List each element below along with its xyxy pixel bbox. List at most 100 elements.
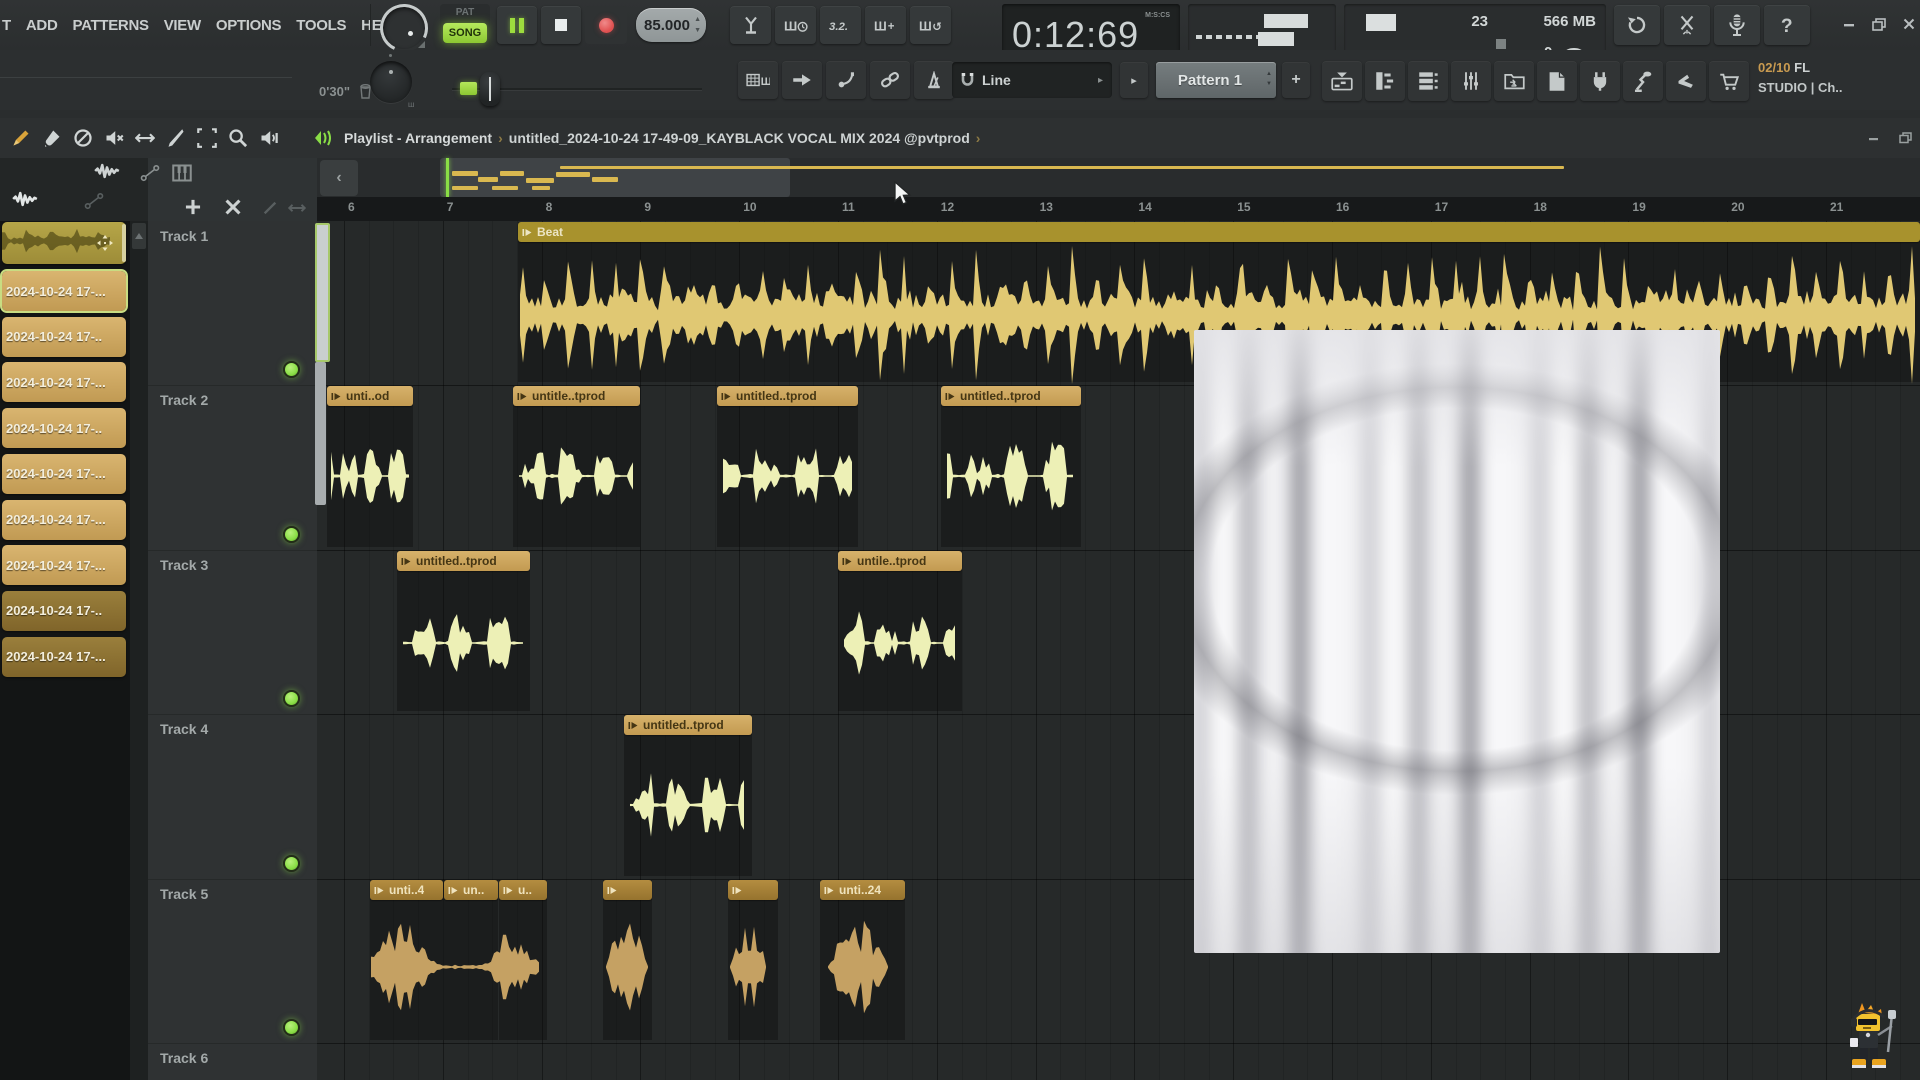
picker-item[interactable]: 2024-10-24 17-... [2,545,126,585]
playlist-maximize-button[interactable] [1894,129,1916,147]
clip-header[interactable]: untitle..tprod [513,386,640,406]
menu-item-patterns[interactable]: PATTERNS [72,17,148,34]
clip-header[interactable]: untitled..tprod [397,551,530,571]
track-header-1[interactable]: Track 1 [160,228,208,244]
playlist-minimize-button[interactable] [1862,129,1884,147]
undo-icon[interactable] [1614,5,1660,45]
picker-panel-icon[interactable] [1322,61,1362,101]
slice-icon[interactable] [163,126,189,150]
minimize-button[interactable] [1838,15,1860,33]
picker-audio-tab[interactable] [12,190,46,212]
loop-record-icon[interactable]: Ш↺ [910,6,951,44]
clip-header[interactable]: Beat [518,222,1920,242]
preview-icon[interactable] [256,126,282,150]
tempo-display[interactable]: 85.000 ▲▼ [636,8,706,42]
picker-item[interactable]: 2024-10-24 17-.. [2,317,126,357]
clip-header[interactable]: u.. [499,880,547,900]
slide-icon[interactable] [826,61,866,99]
piano-roll-icon[interactable] [1365,61,1405,101]
swing-slider[interactable] [452,64,702,98]
clip-header[interactable]: untitled..tprod [941,386,1081,406]
mute-icon[interactable] [101,126,127,150]
paint-icon[interactable] [39,126,65,150]
add-track-button[interactable] [184,198,202,216]
track-arm-led[interactable] [283,1019,300,1036]
picker-item[interactable]: 2024-10-24 17-... [2,454,126,494]
track-header-3[interactable]: Track 3 [160,557,208,573]
record-button[interactable] [585,6,627,44]
close-button[interactable] [1898,15,1920,33]
zoom-icon[interactable] [225,126,251,150]
picker-item[interactable] [2,222,126,264]
clip-header[interactable]: unti..24 [820,880,905,900]
breadcrumb-file[interactable]: untitled_2024-10-24 17-49-09_KAYBLACK VO… [509,130,970,146]
shop-icon[interactable] [1709,61,1749,101]
minimap-left-arrow[interactable]: ‹ [320,160,358,196]
countdown-icon[interactable]: 3.2. [820,6,861,44]
playlist-play-icon[interactable] [310,126,336,150]
tap-metronome-icon[interactable] [914,61,954,99]
clip-header[interactable] [603,880,652,900]
picker-item[interactable]: 2024-10-24 17-.. [2,591,126,631]
select-icon[interactable] [194,126,220,150]
automation-track-icon[interactable] [140,164,160,182]
swing-slider-thumb[interactable] [480,72,500,106]
menu-item-options[interactable]: OPTIONS [216,17,281,34]
track-arm-led[interactable] [283,690,300,707]
touch-icon[interactable] [1666,61,1706,101]
clip-header[interactable] [728,880,778,900]
track-arm-led[interactable] [283,526,300,543]
plugin-icon[interactable] [1580,61,1620,101]
pat-song-toggle[interactable]: PAT SONG [440,4,490,46]
picker-item[interactable]: 2024-10-24 17-... [2,637,126,677]
clip-header[interactable]: untitled..tprod [624,715,752,735]
clip-header[interactable]: untitled..tprod [717,386,858,406]
marker-jump-button[interactable]: ▸ [1120,62,1148,98]
cut-icon[interactable] [1664,5,1710,45]
picker-item[interactable]: 2024-10-24 17-... [2,500,126,540]
track-arm-led[interactable] [283,855,300,872]
picker-scrollbar[interactable] [130,221,148,1080]
snap-selector[interactable]: Line ▸ [952,62,1112,98]
add-pattern-button[interactable]: + [1282,62,1310,98]
record-mic-icon[interactable] [1714,5,1760,45]
metronome-icon[interactable] [730,6,771,44]
clear-tracks-button[interactable] [224,198,242,216]
help-icon[interactable]: ? [1764,5,1810,45]
menu-item-tools[interactable]: TOOLS [296,17,346,34]
clip-header[interactable]: unti..od [327,386,413,406]
track-header-2[interactable]: Track 2 [160,392,208,408]
breadcrumb-root[interactable]: Playlist - Arrangement [344,130,492,146]
mute-lane-button[interactable] [262,200,278,216]
draw-icon[interactable] [8,126,34,150]
slip-icon[interactable] [132,126,158,150]
pattern-track-icon[interactable] [172,164,192,182]
timeline-ruler[interactable]: 6789101112131415161718192021 [317,197,1920,222]
track-header-6[interactable]: Track 6 [160,1050,208,1066]
picker-item[interactable]: 2024-10-24 17-... [2,362,126,402]
plugin-picker-icon[interactable] [1537,61,1577,101]
link-icon[interactable] [870,61,910,99]
delete-icon[interactable] [70,126,96,150]
master-volume-knob[interactable] [378,3,426,47]
picker-scroll-thumb[interactable] [132,223,146,249]
track-header-4[interactable]: Track 4 [160,721,208,737]
picker-item[interactable]: 2024-10-24 17-.. [2,408,126,448]
play-pause-button[interactable] [497,6,537,44]
restore-button[interactable] [1868,15,1890,33]
step-edit-icon[interactable] [782,61,822,99]
tempo-spinner[interactable]: ▲▼ [694,14,701,36]
clip-header[interactable]: un.. [444,880,498,900]
pattern-spinner[interactable]: ▲▼ [1266,69,1272,89]
shuffle-knob[interactable]: ш [368,54,414,106]
picker-automation-tab[interactable] [84,192,110,212]
menu-item-view[interactable]: VIEW [164,17,201,34]
menu-item-t[interactable]: T [2,17,11,34]
clip-header[interactable]: unti..4 [370,880,443,900]
track-arm-led[interactable] [283,361,300,378]
stop-button[interactable] [541,6,581,44]
picker-item[interactable]: 2024-10-24 17-... [2,271,126,311]
mixer-icon[interactable] [1451,61,1491,101]
performance-icon[interactable] [1623,61,1663,101]
overdub-icon[interactable]: Ш+ [865,6,906,44]
